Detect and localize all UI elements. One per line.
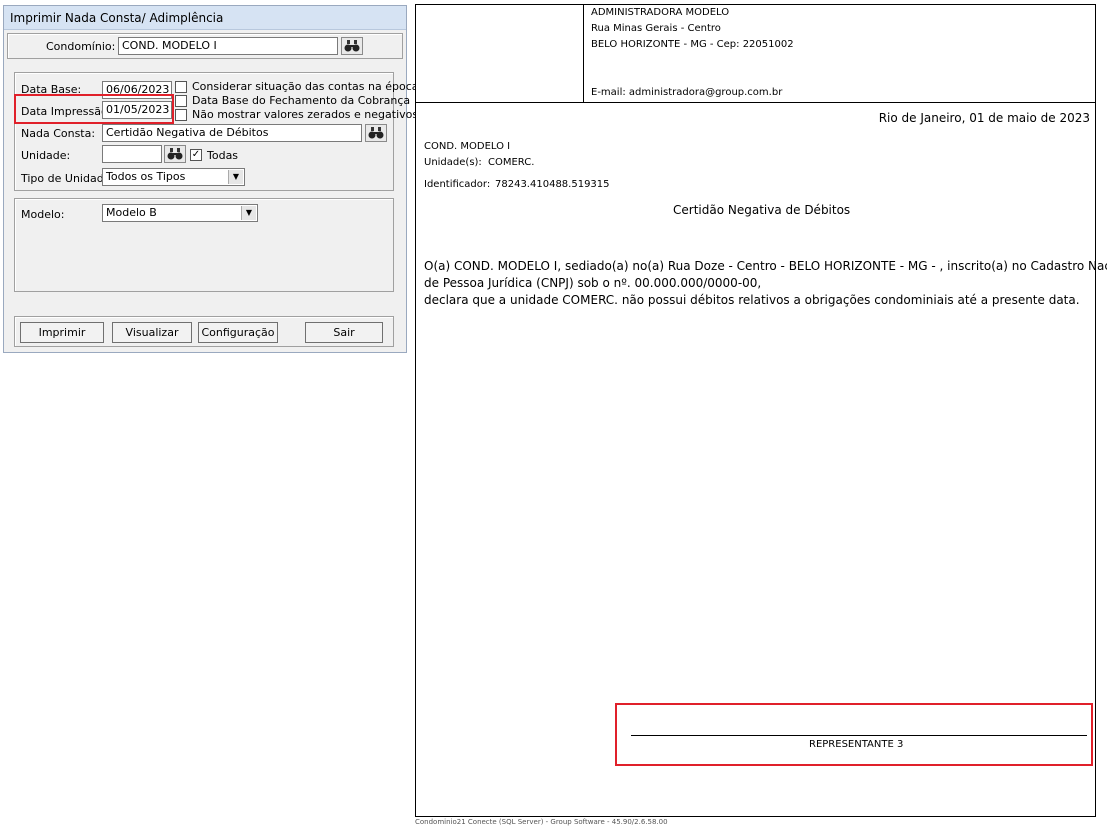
binoculars-icon xyxy=(344,40,360,52)
check-considerar-label: Considerar situação das contas na época xyxy=(192,80,419,93)
buttons-group: Imprimir Visualizar Configuração Sair xyxy=(14,316,394,347)
report-identificador-label: Identificador: xyxy=(424,179,491,190)
todas-label: Todas xyxy=(207,149,239,162)
report-unidade-value: COMERC. xyxy=(488,157,535,168)
sair-button[interactable]: Sair xyxy=(305,322,383,343)
modelo-value: Modelo B xyxy=(106,206,157,219)
todas-checkbox[interactable]: ✓ xyxy=(190,149,202,161)
highlight-data-impressao xyxy=(14,94,174,124)
header-company: ADMINISTRADORA MODELO xyxy=(591,7,730,18)
report-body-line3: declara que a unidade COMERC. não possui… xyxy=(424,293,1080,307)
nada-consta-label: Nada Consta: xyxy=(21,127,96,140)
modelo-label: Modelo: xyxy=(21,208,65,221)
check-considerar[interactable] xyxy=(175,81,187,93)
chevron-down-icon: ▼ xyxy=(241,206,256,220)
nada-consta-input[interactable]: Certidão Negativa de Débitos xyxy=(102,124,362,142)
condominio-label: Condomínio: xyxy=(46,40,116,53)
condominio-input[interactable]: COND. MODELO I xyxy=(118,37,338,55)
tipo-unidade-value: Todos os Tipos xyxy=(106,170,186,183)
modelo-select[interactable]: Modelo B ▼ xyxy=(102,204,258,222)
imprimir-button[interactable]: Imprimir xyxy=(20,322,104,343)
tipo-unidade-select[interactable]: Todos os Tipos ▼ xyxy=(102,168,245,186)
condominio-group: Condomínio: COND. MODELO I xyxy=(7,33,403,59)
modelo-group: Modelo: Modelo B ▼ xyxy=(14,198,394,292)
header-city: BELO HORIZONTE - MG - Cep: 22051002 xyxy=(591,39,794,50)
check-nao-mostrar[interactable] xyxy=(175,109,187,121)
report-header: ADMINISTRADORA MODELO Rua Minas Gerais -… xyxy=(416,5,1095,103)
report-cond-name: COND. MODELO I xyxy=(424,141,511,152)
unidade-search-button[interactable] xyxy=(164,145,186,163)
report-identificador-value: 78243.410488.519315 xyxy=(495,179,610,190)
check-data-base-fechamento-label: Data Base do Fechamento da Cobrança xyxy=(192,94,411,107)
nada-consta-search-button[interactable] xyxy=(365,124,387,142)
binoculars-icon xyxy=(368,127,384,139)
binoculars-icon xyxy=(167,148,183,160)
condominio-search-button[interactable] xyxy=(341,37,363,55)
print-dialog: Imprimir Nada Consta/ Adimplência Condom… xyxy=(3,5,419,353)
header-email: E-mail: administradora@group.com.br xyxy=(591,87,783,98)
report-date: Rio de Janeiro, 01 de maio de 2023 xyxy=(878,111,1090,125)
report-body-line1: O(a) COND. MODELO I, sediado(a) no(a) Ru… xyxy=(424,259,1107,273)
chevron-down-icon: ▼ xyxy=(228,170,243,184)
unidade-label: Unidade: xyxy=(21,149,71,162)
configuracao-button[interactable]: Configuração xyxy=(198,322,278,343)
report-title: Certidão Negativa de Débitos xyxy=(673,203,851,217)
header-divider xyxy=(583,5,584,102)
report-unidade-label: Unidade(s): xyxy=(424,157,482,168)
highlight-signature xyxy=(615,703,1093,766)
report-footer: Condominio21 Conecte (SQL Server) - Grou… xyxy=(415,818,668,826)
visualizar-button[interactable]: Visualizar xyxy=(112,322,192,343)
options-group: Data Base: 06/06/2023 Data Impressão: 01… xyxy=(14,72,419,191)
report-body-line2: de Pessoa Jurídica (CNPJ) sob o nº. 00.0… xyxy=(424,276,762,290)
unidade-input[interactable] xyxy=(102,145,162,163)
dialog-title: Imprimir Nada Consta/ Adimplência xyxy=(4,6,406,30)
header-street: Rua Minas Gerais - Centro xyxy=(591,23,721,34)
check-nao-mostrar-label: Não mostrar valores zerados e negativos xyxy=(192,108,419,121)
report-preview: ADMINISTRADORA MODELO Rua Minas Gerais -… xyxy=(415,4,1107,817)
check-data-base-fechamento[interactable] xyxy=(175,95,187,107)
tipo-unidade-label: Tipo de Unidade: xyxy=(21,172,115,185)
